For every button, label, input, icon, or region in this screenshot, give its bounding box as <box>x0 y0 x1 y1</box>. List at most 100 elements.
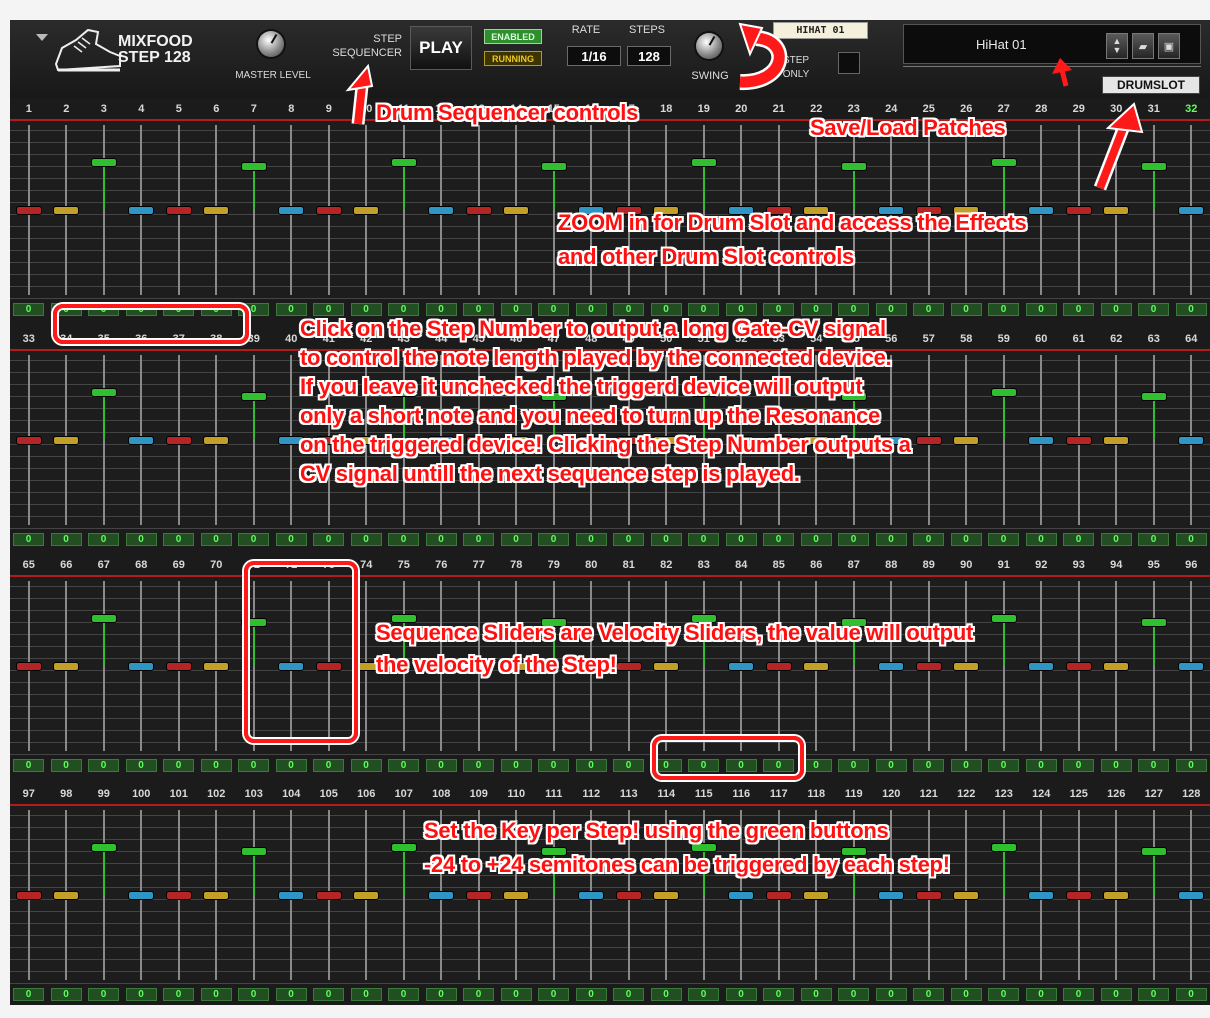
key-semitone-button[interactable]: 0 <box>276 533 307 546</box>
key-semitone-button[interactable]: 0 <box>1026 303 1057 316</box>
step-number-toggle[interactable]: 126 <box>1098 786 1136 802</box>
slider-track[interactable] <box>253 810 255 980</box>
key-semitone-button[interactable]: 0 <box>1101 988 1132 1001</box>
step-number-toggle[interactable]: 21 <box>760 101 798 117</box>
velocity-slider-handle[interactable] <box>917 892 941 899</box>
velocity-slider-handle[interactable] <box>54 207 78 214</box>
step-number-toggle[interactable]: 120 <box>873 786 911 802</box>
step-number-toggle[interactable]: 109 <box>460 786 498 802</box>
step-number-toggle[interactable]: 88 <box>873 557 911 573</box>
key-semitone-button[interactable]: 0 <box>426 759 457 772</box>
velocity-slider-handle[interactable] <box>204 892 228 899</box>
patch-prev-next-icon[interactable]: ▲▼ <box>1106 33 1128 59</box>
key-semitone-button[interactable]: 0 <box>763 988 794 1001</box>
velocity-slider-handle[interactable] <box>167 437 191 444</box>
velocity-slider-handle[interactable] <box>242 848 266 855</box>
key-semitone-button[interactable]: 0 <box>801 988 832 1001</box>
velocity-slider-handle[interactable] <box>354 892 378 899</box>
save-patch-disk-icon[interactable]: ▣ <box>1158 33 1180 59</box>
velocity-slider-handle[interactable] <box>842 163 866 170</box>
velocity-slider-handle[interactable] <box>1104 207 1128 214</box>
key-semitone-button[interactable]: 0 <box>313 759 344 772</box>
velocity-slider-handle[interactable] <box>954 663 978 670</box>
step-number-toggle[interactable]: 100 <box>123 786 161 802</box>
key-semitone-button[interactable]: 0 <box>1176 303 1207 316</box>
key-semitone-button[interactable]: 0 <box>1101 533 1132 546</box>
velocity-slider-handle[interactable] <box>992 159 1016 166</box>
velocity-slider-handle[interactable] <box>692 159 716 166</box>
slider-track[interactable] <box>103 581 105 751</box>
velocity-slider-handle[interactable] <box>92 844 116 851</box>
step-number-toggle[interactable]: 94 <box>1098 557 1136 573</box>
step-number-toggle[interactable]: 105 <box>310 786 348 802</box>
key-semitone-button[interactable]: 0 <box>1138 303 1169 316</box>
step-number-toggle[interactable]: 28 <box>1023 101 1061 117</box>
step-number-toggle[interactable]: 110 <box>498 786 536 802</box>
slider-track[interactable] <box>553 125 555 295</box>
key-semitone-button[interactable]: 0 <box>576 988 607 1001</box>
slider-track[interactable] <box>1153 581 1155 751</box>
velocity-slider-handle[interactable] <box>54 892 78 899</box>
slider-track[interactable] <box>103 355 105 525</box>
step-number-toggle[interactable]: 118 <box>798 786 836 802</box>
key-semitone-button[interactable]: 0 <box>313 533 344 546</box>
key-semitone-button[interactable]: 0 <box>13 988 44 1001</box>
step-number-toggle[interactable]: 86 <box>798 557 836 573</box>
step-number-toggle[interactable]: 89 <box>910 557 948 573</box>
key-semitone-button[interactable]: 0 <box>351 533 382 546</box>
step-number-toggle[interactable]: 103 <box>235 786 273 802</box>
key-semitone-button[interactable]: 0 <box>1063 988 1094 1001</box>
velocity-slider-handle[interactable] <box>1104 892 1128 899</box>
key-semitone-button[interactable]: 0 <box>88 533 119 546</box>
key-semitone-button[interactable]: 0 <box>951 759 982 772</box>
key-semitone-button[interactable]: 0 <box>801 533 832 546</box>
step-number-toggle[interactable]: 64 <box>1173 331 1210 347</box>
velocity-slider-handle[interactable] <box>129 663 153 670</box>
velocity-slider-handle[interactable] <box>1179 892 1203 899</box>
key-semitone-button[interactable]: 0 <box>838 533 869 546</box>
slider-track[interactable] <box>403 125 405 295</box>
key-semitone-button[interactable]: 0 <box>1176 759 1207 772</box>
step-number-toggle[interactable]: 112 <box>573 786 611 802</box>
velocity-slider-handle[interactable] <box>504 892 528 899</box>
step-number-toggle[interactable]: 123 <box>985 786 1023 802</box>
velocity-slider-handle[interactable] <box>917 663 941 670</box>
key-semitone-button[interactable]: 0 <box>501 533 532 546</box>
step-number-toggle[interactable]: 20 <box>723 101 761 117</box>
key-semitone-button[interactable]: 0 <box>1026 988 1057 1001</box>
step-number-toggle[interactable]: 117 <box>760 786 798 802</box>
velocity-slider-handle[interactable] <box>729 663 753 670</box>
step-only-checkbox[interactable] <box>838 52 860 74</box>
key-semitone-button[interactable]: 0 <box>876 759 907 772</box>
velocity-slider-handle[interactable] <box>617 663 641 670</box>
slider-track[interactable] <box>1003 355 1005 525</box>
menu-toggle-icon[interactable] <box>36 34 48 41</box>
key-semitone-button[interactable]: 0 <box>838 988 869 1001</box>
step-number-toggle[interactable]: 102 <box>198 786 236 802</box>
key-semitone-button[interactable]: 0 <box>1063 303 1094 316</box>
steps-value[interactable]: 128 <box>627 46 671 66</box>
velocity-slider-handle[interactable] <box>129 892 153 899</box>
velocity-slider-handle[interactable] <box>1029 663 1053 670</box>
velocity-slider-handle[interactable] <box>954 892 978 899</box>
key-semitone-button[interactable]: 0 <box>238 759 269 772</box>
step-number-toggle[interactable]: 125 <box>1060 786 1098 802</box>
step-number-toggle[interactable]: 93 <box>1060 557 1098 573</box>
step-number-toggle[interactable]: 90 <box>948 557 986 573</box>
key-semitone-button[interactable]: 0 <box>238 533 269 546</box>
key-semitone-button[interactable]: 0 <box>688 988 719 1001</box>
step-number-toggle[interactable]: 57 <box>910 331 948 347</box>
step-number-toggle[interactable]: 76 <box>423 557 461 573</box>
slider-track[interactable] <box>103 125 105 295</box>
velocity-slider-handle[interactable] <box>579 892 603 899</box>
key-semitone-button[interactable]: 0 <box>538 988 569 1001</box>
key-semitone-button[interactable]: 0 <box>613 988 644 1001</box>
key-semitone-button[interactable]: 0 <box>88 759 119 772</box>
slider-track[interactable] <box>703 581 705 751</box>
step-number-toggle[interactable]: 8 <box>273 101 311 117</box>
key-semitone-button[interactable]: 0 <box>313 988 344 1001</box>
velocity-slider-handle[interactable] <box>1142 848 1166 855</box>
step-number-toggle[interactable]: 5 <box>160 101 198 117</box>
velocity-slider-handle[interactable] <box>92 615 116 622</box>
velocity-slider-handle[interactable] <box>879 663 903 670</box>
